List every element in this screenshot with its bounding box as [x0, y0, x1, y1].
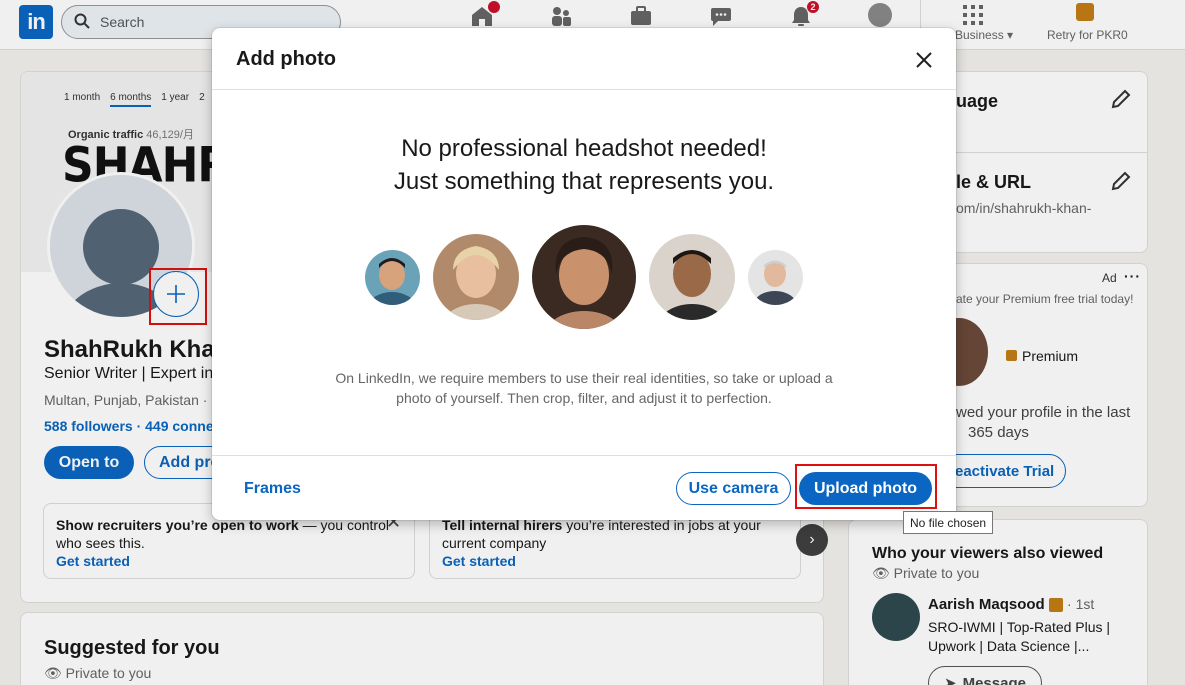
add-photo-modal: Add photo No professional headshot neede… [212, 28, 956, 520]
example-photo-3 [532, 225, 636, 329]
modal-headline: No professional headshot needed! Just so… [212, 132, 956, 198]
modal-footer-divider [212, 455, 956, 456]
example-photo-2 [433, 234, 519, 320]
modal-headline-2: Just something that represents you. [393, 168, 775, 195]
modal-description: On LinkedIn, we require members to use t… [335, 370, 833, 406]
example-photo-5 [748, 250, 803, 305]
example-photo-4 [649, 234, 735, 320]
close-icon[interactable] [908, 44, 940, 76]
modal-headline-1: No professional headshot needed! [401, 135, 767, 162]
upload-photo-button[interactable]: Upload photo [799, 472, 932, 505]
use-camera-button[interactable]: Use camera [676, 472, 791, 505]
frames-button[interactable]: Frames [244, 480, 301, 498]
modal-header-divider [212, 89, 956, 90]
file-tooltip: No file chosen [903, 511, 994, 534]
example-photo-1 [365, 250, 420, 305]
modal-title: Add photo [236, 48, 336, 70]
